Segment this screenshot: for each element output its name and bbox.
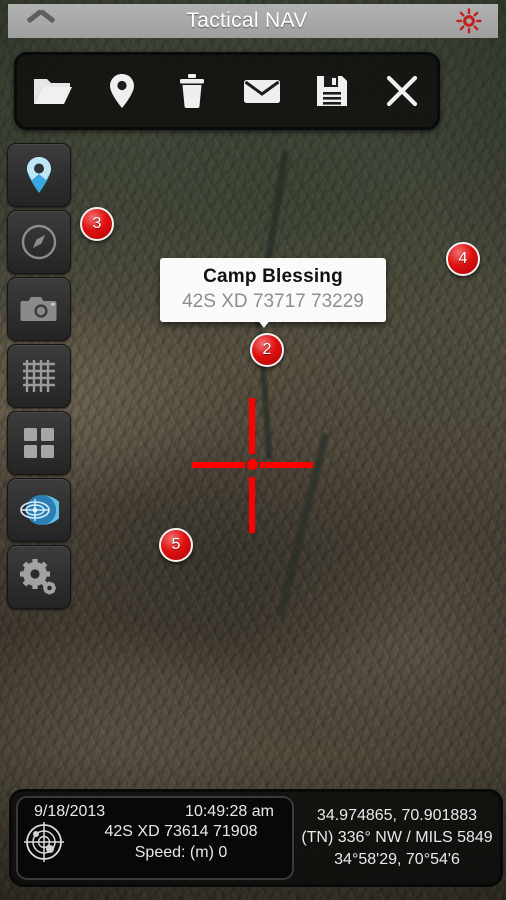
- page-title: Tactical NAV: [186, 9, 308, 32]
- callout-mgrs: 42S XD 73717 73229: [182, 291, 364, 312]
- chevron-up-icon: [28, 15, 54, 28]
- gear-icon: [20, 559, 56, 595]
- map-sidebar: [7, 143, 71, 612]
- globe-radar-icon: [20, 495, 59, 525]
- open-folder-button[interactable]: [26, 65, 78, 117]
- map-marker-label: 5: [171, 536, 181, 553]
- envelope-icon: [244, 80, 280, 103]
- status-speed: Speed: (m) 0: [134, 844, 228, 861]
- radar-reticle-button[interactable]: [18, 821, 70, 863]
- status-mgrs: 42S XD 73614 71908: [104, 823, 258, 840]
- status-datetime-row: 9/18/2013 10:49:28 am: [18, 798, 292, 821]
- brightness-button[interactable]: [440, 8, 498, 34]
- map-marker-label: 4: [458, 250, 468, 267]
- sidebar-waypoint[interactable]: [7, 143, 71, 207]
- map-pin-icon: [110, 74, 134, 108]
- save-button[interactable]: [306, 65, 358, 117]
- status-bar: 9/18/2013 10:49:28 am 42S XD 73614 71908…: [9, 789, 503, 887]
- camera-icon: [20, 297, 57, 321]
- map-marker[interactable]: 5: [159, 528, 193, 562]
- map-marker-selected[interactable]: 2: [250, 333, 284, 367]
- status-time: 10:49:28 am: [185, 803, 274, 820]
- callout-tail: [253, 314, 275, 328]
- tactical-nav-app: 3 4 2 5 Camp Blessing 42S XD 73717 73229…: [0, 0, 506, 900]
- status-left-panel: 9/18/2013 10:49:28 am 42S XD 73614 71908…: [16, 796, 294, 880]
- map-marker[interactable]: 3: [80, 207, 114, 241]
- delete-button[interactable]: [166, 65, 218, 117]
- crosshair-center-dot: [247, 459, 258, 470]
- crosshair-horizontal-right: [260, 462, 313, 468]
- waypoint-callout[interactable]: Camp Blessing 42S XD 73717 73229: [160, 258, 386, 322]
- sidebar-grid[interactable]: [7, 344, 71, 408]
- status-right-panel: 34.974865, 70.901883 (TN) 336° NW / MILS…: [294, 792, 500, 884]
- sidebar-compass[interactable]: [7, 210, 71, 274]
- map-pin-icon: [27, 157, 51, 193]
- status-coords: 42S XD 73614 71908 Speed: (m) 0: [70, 821, 292, 863]
- grid-icon: [23, 360, 55, 392]
- apps-squares-icon: [24, 428, 54, 458]
- crosshair-vertical-top: [249, 398, 255, 454]
- folder-open-icon: [34, 79, 72, 104]
- close-x-icon: [386, 75, 418, 107]
- sidebar-camera[interactable]: [7, 277, 71, 341]
- close-button[interactable]: [376, 65, 428, 117]
- callout-title: Camp Blessing: [203, 266, 343, 287]
- crosshair-vertical-bottom: [249, 477, 255, 533]
- trash-icon: [180, 74, 204, 108]
- sidebar-settings[interactable]: [7, 545, 71, 609]
- floppy-save-icon: [317, 76, 347, 106]
- radar-reticle-icon: [24, 822, 64, 862]
- add-waypoint-button[interactable]: [96, 65, 148, 117]
- status-date: 9/18/2013: [34, 803, 106, 820]
- map-toolbar: [14, 52, 440, 130]
- status-latlon: 34.974865, 70.901883: [316, 807, 478, 824]
- status-dms: 34°58'29, 70°54'6: [334, 851, 460, 868]
- map-marker-label: 2: [262, 341, 272, 358]
- sidebar-radar-globe[interactable]: [7, 478, 71, 542]
- sun-brightness-icon: [456, 8, 482, 34]
- status-bearing: (TN) 336° NW / MILS 5849: [301, 829, 493, 846]
- sidebar-apps[interactable]: [7, 411, 71, 475]
- crosshair-horizontal-left: [192, 462, 245, 468]
- status-position-row: 42S XD 73614 71908 Speed: (m) 0: [18, 821, 292, 863]
- mail-button[interactable]: [236, 65, 288, 117]
- map-marker-label: 3: [92, 215, 102, 232]
- compass-icon: [21, 224, 57, 260]
- app-header: Tactical NAV: [8, 4, 498, 38]
- map-marker[interactable]: 4: [446, 242, 480, 276]
